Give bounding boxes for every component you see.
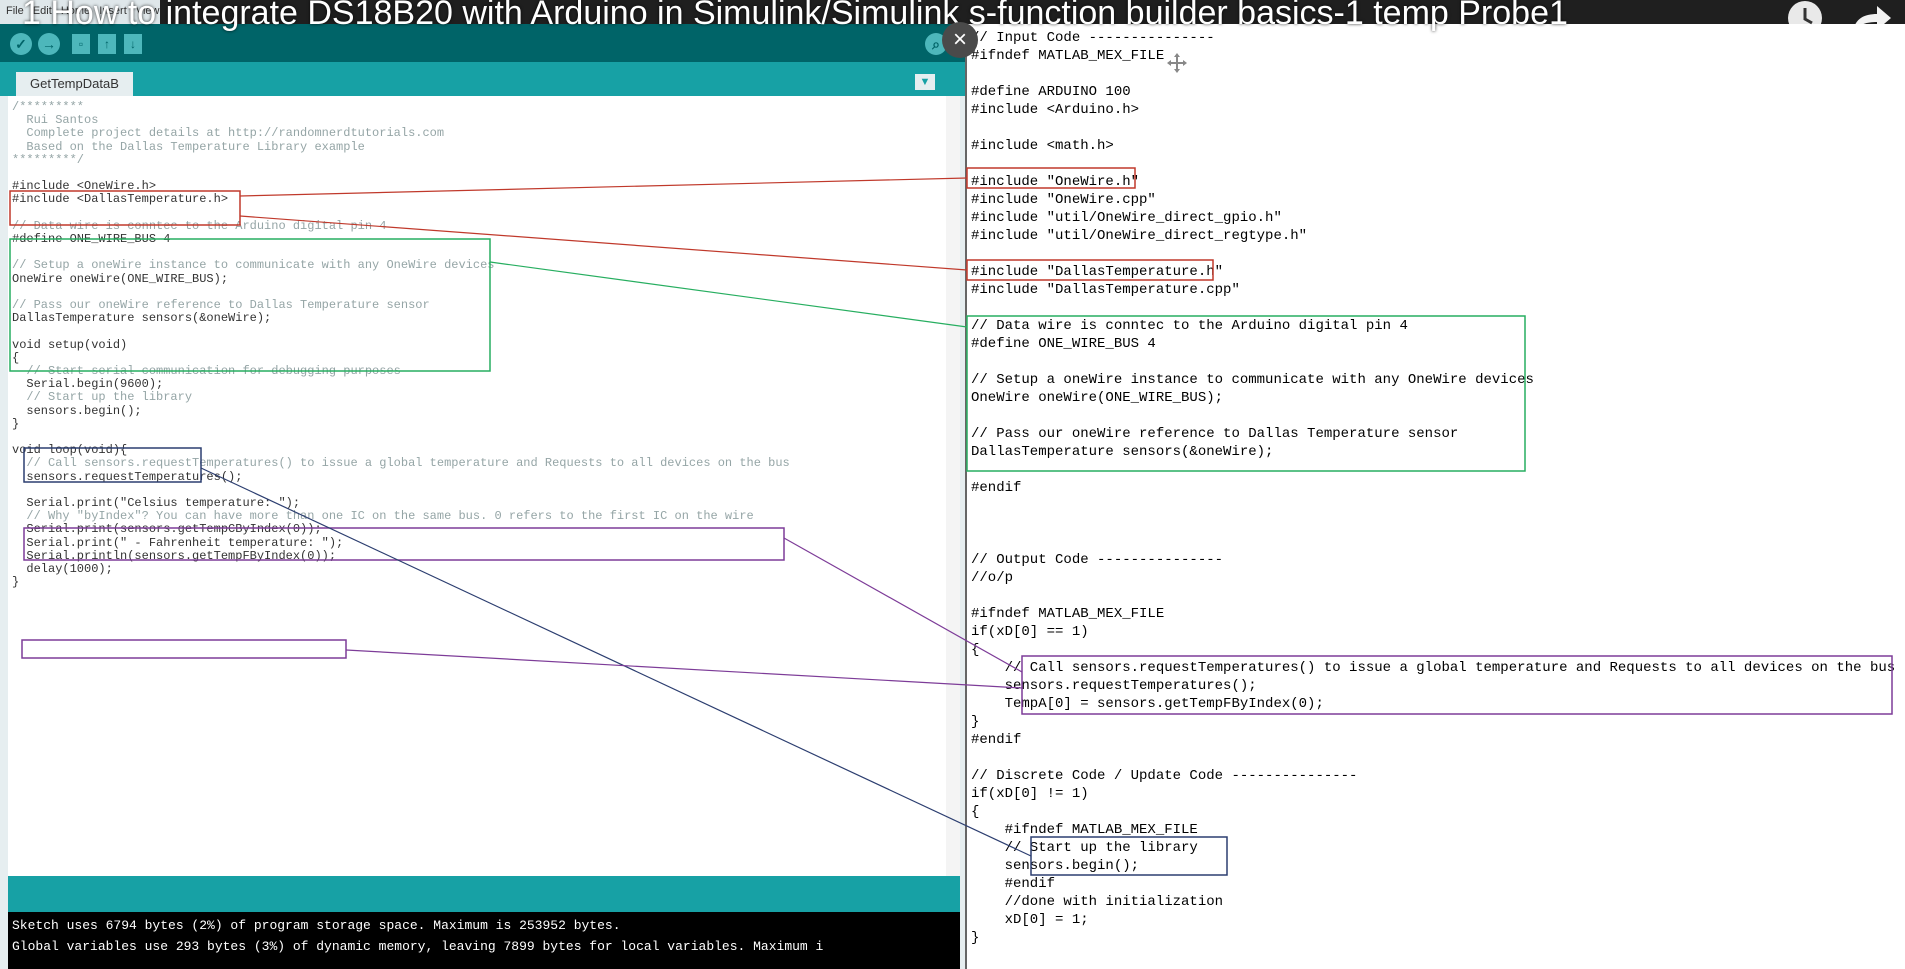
ide-code-line: // Why "byIndex"? You can have more than… bbox=[12, 509, 754, 524]
ide-code-line: } bbox=[12, 416, 20, 431]
sfunction-code-line: TempA[0] = sensors.getTempFByIndex(0); bbox=[971, 696, 1324, 712]
ide-code-line: } bbox=[12, 575, 20, 590]
sfunction-code-line: } bbox=[971, 930, 980, 946]
sfunction-code-line: #endif bbox=[971, 480, 1022, 496]
sfunction-code-line: // Start up the library bbox=[971, 840, 1198, 856]
sfunction-code-line: { bbox=[971, 642, 980, 658]
ide-status-bar bbox=[8, 876, 960, 912]
ide-code-line: Rui Santos bbox=[12, 113, 99, 128]
sfunction-code-line: #include "OneWire.cpp" bbox=[971, 192, 1156, 208]
ide-code-line: // Start up the library bbox=[12, 390, 193, 405]
sfunction-code-line: sensors.begin(); bbox=[971, 858, 1140, 874]
ide-code-line: DallasTemperature sensors(&oneWire); bbox=[12, 311, 272, 326]
sfunction-code-line: { bbox=[971, 804, 980, 820]
move-cursor-icon bbox=[1167, 53, 1187, 73]
sfunction-code-line: xD[0] = 1; bbox=[971, 912, 1089, 928]
sfunction-code-line: #include "util/OneWire_direct_regtype.h" bbox=[971, 228, 1308, 244]
sfunction-code-line: // Discrete Code / Update Code ---------… bbox=[971, 768, 1358, 784]
sfunction-code-line: // Pass our oneWire reference to Dallas … bbox=[971, 426, 1459, 442]
ide-code-line: delay(1000); bbox=[12, 562, 113, 576]
verify-button[interactable]: ✓ bbox=[10, 33, 32, 55]
console-line: Sketch uses 6794 bytes (2%) of program s… bbox=[12, 918, 621, 933]
sfunction-code-line: #ifndef MATLAB_MEX_FILE bbox=[971, 48, 1165, 64]
sfunction-code-line: #include "DallasTemperature.cpp" bbox=[971, 282, 1240, 298]
sfunction-code-line: } bbox=[971, 714, 980, 730]
sfunction-code-line: #define ONE_WIRE_BUS 4 bbox=[971, 336, 1156, 352]
sfunction-code-line: #include <Arduino.h> bbox=[971, 102, 1140, 118]
ide-code-line: Complete project details at http://rando… bbox=[12, 126, 445, 141]
sfunction-code-line: #ifndef MATLAB_MEX_FILE bbox=[971, 822, 1198, 838]
ide-code-line: // Start serial communication for debugg… bbox=[12, 364, 401, 378]
sfunction-code-line: #endif bbox=[971, 876, 1056, 892]
ide-code-line: // Pass our oneWire reference to Dallas … bbox=[12, 298, 430, 312]
sfunction-code-line: #include "util/OneWire_direct_gpio.h" bbox=[971, 210, 1282, 226]
tab-gettempdatab[interactable]: GetTempDataB bbox=[16, 72, 133, 96]
ide-code-line: Serial.println(sensors.getTempFByIndex(0… bbox=[12, 548, 337, 563]
ide-code-line: Based on the Dallas Temperature Library … bbox=[12, 139, 365, 154]
ide-code-line: /********* bbox=[12, 100, 85, 114]
open-sketch-button[interactable]: ↑ bbox=[98, 34, 116, 54]
sfunction-code-panel: // Input Code --------------- #ifndef MAT… bbox=[965, 24, 1905, 969]
ide-code-line: void setup(void) bbox=[12, 337, 128, 352]
share-icon[interactable] bbox=[1845, 0, 1895, 40]
upload-button[interactable]: → bbox=[38, 33, 60, 55]
sfunction-code-line: if(xD[0] != 1) bbox=[971, 786, 1089, 802]
sfunction-code-line: DallasTemperature sensors(&oneWire); bbox=[971, 444, 1274, 460]
ide-code-line: Serial.print("Celsius temperature: "); bbox=[12, 496, 301, 510]
ide-code-line: sensors.requestTemperatures(); bbox=[12, 469, 243, 484]
sfunction-code-line: // Output Code --------------- bbox=[971, 552, 1224, 568]
ide-code-line: // Setup a oneWire instance to communica… bbox=[12, 258, 495, 273]
ide-code-line: Serial.print(sensors.getTempCByIndex(0))… bbox=[12, 522, 322, 537]
ide-code-line: #define ONE_WIRE_BUS 4 bbox=[12, 232, 171, 246]
sfunction-code-line: //done with initialization bbox=[971, 894, 1224, 910]
sfunction-code-line: #endif bbox=[971, 732, 1022, 748]
sfunction-code-line: #include "OneWire.h" bbox=[971, 174, 1140, 190]
ide-code-line: // Data wire is conntec to the Arduino d… bbox=[12, 218, 387, 233]
tab-menu-icon[interactable]: ▼ bbox=[915, 74, 935, 90]
ide-code-line: { bbox=[12, 350, 20, 365]
console-line: Global variables use 293 bytes (3%) of d… bbox=[12, 939, 824, 954]
sfunction-code-line: // Data wire is conntec to the Arduino d… bbox=[971, 318, 1408, 334]
ide-code-line: Serial.print(" - Fahrenheit temperature:… bbox=[12, 535, 344, 550]
sfunction-code-line: #ifndef MATLAB_MEX_FILE bbox=[971, 606, 1165, 622]
sfunction-code-line: // Call sensors.requestTemperatures() to… bbox=[971, 660, 1896, 676]
sfunction-code-line: #include "DallasTemperature.h" bbox=[971, 264, 1224, 280]
ide-code-line: #include <OneWire.h> bbox=[12, 179, 157, 194]
ide-code-line: *********/ bbox=[12, 152, 85, 167]
ide-code-line: sensors.begin(); bbox=[12, 403, 142, 418]
editor-scrollbar[interactable] bbox=[946, 96, 960, 876]
ide-code-line: Serial.begin(9600); bbox=[12, 377, 164, 392]
sfunction-code-line: #include <math.h> bbox=[971, 138, 1114, 154]
arduino-ide-window: ✓ → ▫ ↑ ↓ ⌕ GetTempDataB ▼ /********* Ru… bbox=[0, 24, 965, 969]
sfunction-code-line: // Setup a oneWire instance to communica… bbox=[971, 372, 1534, 388]
sfunction-code-line: if(xD[0] == 1) bbox=[971, 624, 1089, 640]
ide-code-line: void loop(void){ bbox=[12, 443, 128, 458]
ide-console: Sketch uses 6794 bytes (2%) of program s… bbox=[8, 912, 960, 969]
save-sketch-button[interactable]: ↓ bbox=[124, 34, 142, 54]
ide-code-editor[interactable]: /********* Rui Santos Complete project d… bbox=[8, 96, 960, 876]
ide-code-line: // Call sensors.requestTemperatures() to… bbox=[12, 456, 790, 471]
sfunction-code-line: OneWire oneWire(ONE_WIRE_BUS); bbox=[971, 390, 1224, 406]
sfunction-code-line: //o/p bbox=[971, 570, 1014, 586]
new-sketch-button[interactable]: ▫ bbox=[72, 34, 90, 54]
close-icon[interactable]: × bbox=[942, 22, 978, 58]
sfunction-code-line: sensors.requestTemperatures(); bbox=[971, 678, 1257, 694]
ide-code-line: OneWire oneWire(ONE_WIRE_BUS); bbox=[12, 271, 229, 286]
watch-later-icon[interactable] bbox=[1780, 0, 1830, 40]
video-title: 1 How to integrate DS18B20 with Arduino … bbox=[22, 0, 1568, 32]
sfunction-code-line: #define ARDUINO 100 bbox=[971, 84, 1131, 100]
ide-code-line: #include <DallasTemperature.h> bbox=[12, 192, 229, 207]
ide-tab-bar: GetTempDataB ▼ bbox=[0, 62, 965, 96]
